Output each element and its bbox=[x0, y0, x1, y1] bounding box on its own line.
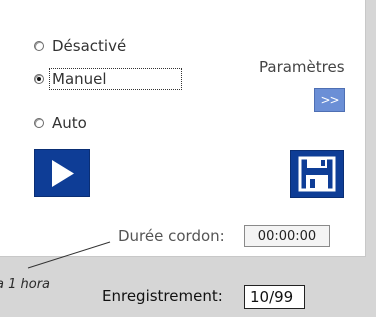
record-label: Enregistrement: bbox=[102, 287, 223, 305]
record-field[interactable]: 10/99 bbox=[244, 285, 305, 309]
annotation-note: a 1 hora bbox=[0, 277, 51, 292]
annotation-leader-line bbox=[27, 241, 111, 269]
